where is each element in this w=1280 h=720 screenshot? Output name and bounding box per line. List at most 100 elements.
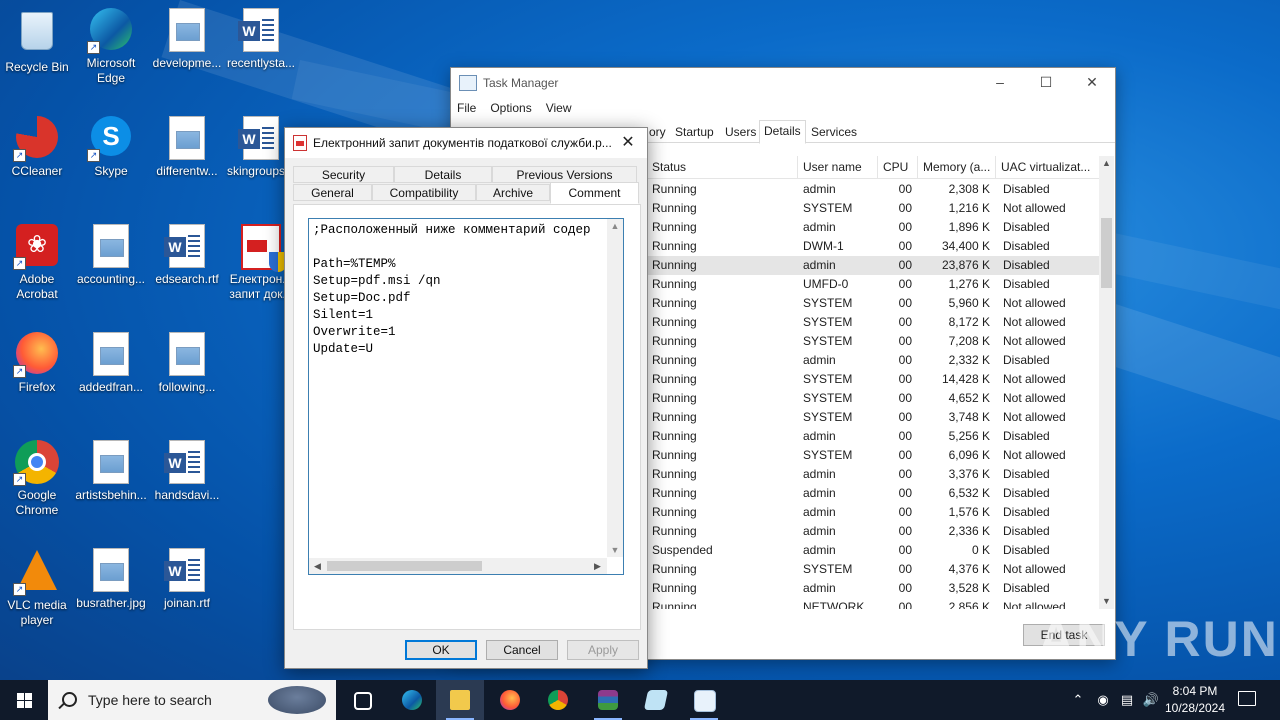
menu-view[interactable]: View — [546, 98, 580, 118]
comment-vertical-scrollbar[interactable]: ▲ ▼ — [607, 219, 623, 557]
task-manager-titlebar[interactable]: Task Manager – ☐ ✕ — [451, 68, 1115, 98]
scroll-up-icon[interactable]: ▲ — [607, 221, 623, 231]
tab-previous-versions[interactable]: Previous Versions — [492, 166, 637, 183]
ok-button[interactable]: OK — [405, 640, 477, 660]
table-row[interactable]: Running admin 00 2,336 K Disabled — [647, 522, 1099, 541]
notification-center-icon[interactable] — [1238, 691, 1256, 706]
tray-overflow-chevron-icon[interactable]: ⌃ — [1070, 680, 1086, 720]
table-row[interactable]: Running admin 00 5,256 K Disabled — [647, 427, 1099, 446]
tab-details[interactable]: Details — [759, 120, 806, 144]
maximize-button[interactable]: ☐ — [1023, 68, 1069, 98]
cancel-button[interactable]: Cancel — [486, 640, 558, 660]
tab-general[interactable]: General — [293, 184, 372, 201]
table-row[interactable]: Running admin 00 3,528 K Disabled — [647, 579, 1099, 598]
table-row[interactable]: Running admin 00 1,576 K Disabled — [647, 503, 1099, 522]
scroll-left-icon[interactable]: ◀ — [314, 558, 321, 574]
scroll-down-icon[interactable]: ▼ — [607, 545, 623, 555]
tray-security-icon[interactable]: ◉ — [1094, 680, 1112, 720]
network-icon[interactable]: ▤ — [1118, 680, 1136, 720]
taskbar-search-box[interactable]: Type here to search — [48, 680, 336, 720]
horizontal-scroll-thumb[interactable] — [327, 561, 482, 571]
menu-options[interactable]: Options — [490, 98, 539, 118]
start-button[interactable] — [0, 680, 48, 720]
table-row[interactable]: Running SYSTEM 00 4,652 K Not allowed — [647, 389, 1099, 408]
comment-textarea[interactable]: ;Расположенный ниже комментарий содер Pa… — [308, 218, 624, 575]
table-row[interactable]: Running SYSTEM 00 3,748 K Not allowed — [647, 408, 1099, 427]
table-row[interactable]: Running SYSTEM 00 14,428 K Not allowed — [647, 370, 1099, 389]
table-row[interactable]: Running UMFD-0 00 1,276 K Disabled — [647, 275, 1099, 294]
desktop-icon-9[interactable]: accounting... — [74, 224, 148, 287]
table-row[interactable]: Running admin 00 3,376 K Disabled — [647, 465, 1099, 484]
desktop-icon-16[interactable]: artistsbehin... — [74, 440, 148, 503]
table-row[interactable]: Suspended admin 00 0 K Disabled — [647, 541, 1099, 560]
desktop-icon-15[interactable]: ↗ Google Chrome — [0, 440, 74, 518]
desktop-icon-2[interactable]: developme... — [150, 8, 224, 71]
table-row[interactable]: Running SYSTEM 00 1,216 K Not allowed — [647, 199, 1099, 218]
table-row[interactable]: Running admin 00 2,332 K Disabled — [647, 351, 1099, 370]
table-row[interactable]: Running SYSTEM 00 7,208 K Not allowed — [647, 332, 1099, 351]
table-row[interactable]: Running admin 00 6,532 K Disabled — [647, 484, 1099, 503]
desktop-icon-6[interactable]: differentw... — [150, 116, 224, 179]
desktop-icon-10[interactable]: Wedsearch.rtf — [150, 224, 224, 287]
taskbar-firefox[interactable] — [486, 680, 534, 720]
tab-startup[interactable]: Startup — [671, 122, 718, 142]
desktop-icon-17[interactable]: Whandsdavi... — [150, 440, 224, 503]
tab-comment[interactable]: Comment — [550, 182, 639, 204]
dialog-titlebar[interactable]: Електронний запит документів податкової … — [285, 128, 647, 158]
desktop-icon-5[interactable]: S ↗ Skype — [74, 116, 148, 179]
tab-security[interactable]: Security — [293, 166, 394, 183]
column-status[interactable]: Status — [647, 156, 798, 178]
taskbar-winrar[interactable] — [584, 680, 632, 720]
volume-icon[interactable]: 🔊 — [1142, 680, 1160, 720]
desktop-icon-4[interactable]: ↗ CCleaner — [0, 116, 74, 179]
task-view-button[interactable] — [338, 680, 386, 720]
taskbar-edge[interactable] — [388, 680, 436, 720]
column-memory[interactable]: Memory (a... — [918, 156, 996, 178]
minimize-button[interactable]: – — [977, 68, 1023, 98]
dialog-close-button[interactable]: ✕ — [617, 131, 639, 155]
tab-archive[interactable]: Archive — [476, 184, 550, 201]
menu-file[interactable]: File — [457, 98, 484, 118]
desktop-icon-19[interactable]: busrather.jpg — [74, 548, 148, 611]
column-user-name[interactable]: User name — [798, 156, 878, 178]
scroll-down-arrow-icon[interactable]: ▼ — [1099, 594, 1114, 609]
tab-services[interactable]: Services — [807, 122, 861, 142]
close-button[interactable]: ✕ — [1069, 68, 1115, 98]
column-cpu[interactable]: CPU — [878, 156, 918, 178]
desktop-icon-18[interactable]: ↗ VLC media player — [0, 548, 74, 628]
tab-memory[interactable]: ory — [645, 122, 670, 142]
table-row[interactable]: Running SYSTEM 00 5,960 K Not allowed — [647, 294, 1099, 313]
taskbar-task-manager[interactable] — [680, 680, 728, 720]
scroll-up-arrow-icon[interactable]: ▲ — [1099, 156, 1114, 171]
column-uac[interactable]: UAC virtualizat... — [996, 156, 1099, 178]
table-row[interactable]: Running SYSTEM 00 4,376 K Not allowed — [647, 560, 1099, 579]
table-row[interactable]: Running admin 00 23,876 K Disabled — [647, 256, 1099, 275]
scroll-right-icon[interactable]: ▶ — [594, 558, 601, 574]
desktop-icon-12[interactable]: ↗ Firefox — [0, 332, 74, 395]
tab-details[interactable]: Details — [394, 166, 492, 183]
scroll-thumb[interactable] — [1101, 218, 1112, 288]
table-row[interactable]: Running admin 00 1,896 K Disabled — [647, 218, 1099, 237]
desktop-icon-20[interactable]: Wjoinan.rtf — [150, 548, 224, 611]
table-row[interactable]: Running admin 00 2,308 K Disabled — [647, 180, 1099, 199]
desktop-icon-1[interactable]: ↗ Microsoft Edge — [74, 8, 148, 86]
comment-horizontal-scrollbar[interactable]: ◀ ▶ — [309, 558, 607, 574]
desktop-icon-8[interactable]: ❀ ↗ Adobe Acrobat — [0, 224, 74, 302]
table-row[interactable]: Running DWM-1 00 34,400 K Disabled — [647, 237, 1099, 256]
taskbar-file-explorer[interactable] — [436, 680, 484, 720]
desktop-icon-13[interactable]: addedfran... — [74, 332, 148, 395]
tab-compatibility[interactable]: Compatibility — [372, 184, 476, 201]
table-row[interactable]: Running NETWORK 00 2,856 K Not allowed — [647, 598, 1099, 609]
taskbar-chrome[interactable] — [534, 680, 582, 720]
taskbar-clock[interactable]: 8:04 PM 10/28/2024 — [1160, 683, 1230, 717]
details-scrollbar[interactable]: ▲ ▼ — [1099, 156, 1114, 609]
taskbar-notepad[interactable] — [632, 680, 680, 720]
apply-button[interactable]: Apply — [567, 640, 639, 660]
table-row[interactable]: Running SYSTEM 00 6,096 K Not allowed — [647, 446, 1099, 465]
desktop-icon-3[interactable]: Wrecentlysta... — [224, 8, 298, 71]
comment-text[interactable]: ;Расположенный ниже комментарий содер Pa… — [309, 219, 623, 361]
desktop-icon-14[interactable]: following... — [150, 332, 224, 395]
tab-users[interactable]: Users — [721, 122, 760, 142]
table-row[interactable]: Running SYSTEM 00 8,172 K Not allowed — [647, 313, 1099, 332]
desktop-icon-0[interactable]: Recycle Bin — [0, 8, 74, 75]
